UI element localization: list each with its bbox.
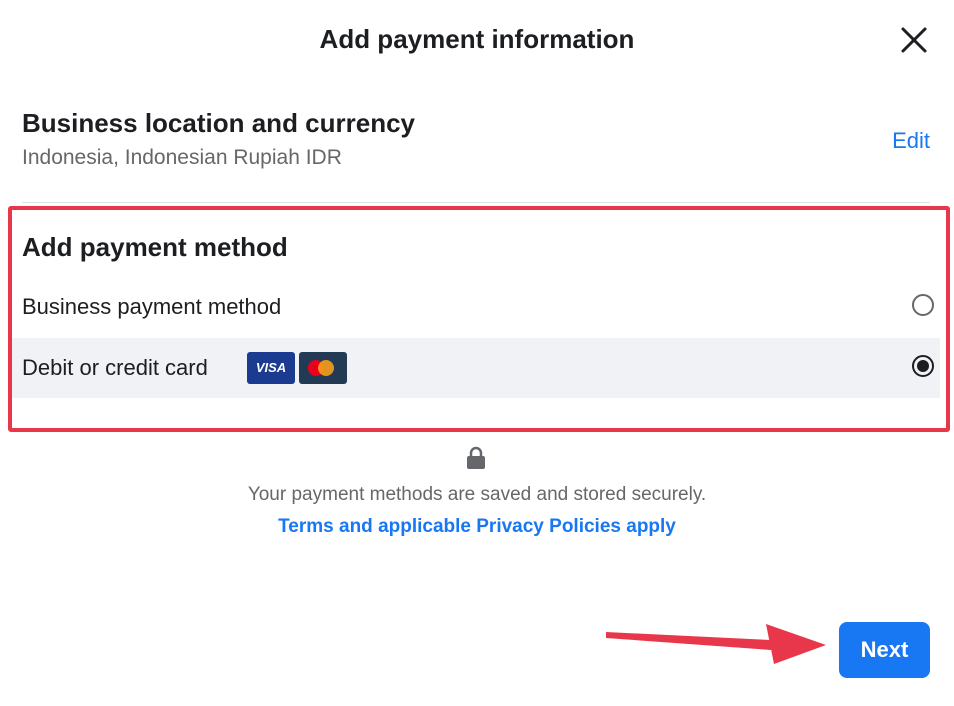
- section-divider: [22, 202, 930, 203]
- option-debit-credit-card[interactable]: Debit or credit card VISA: [12, 338, 940, 398]
- business-payment-radio[interactable]: [912, 294, 934, 316]
- next-button[interactable]: Next: [839, 622, 930, 678]
- option-business-payment-method[interactable]: Business payment method: [12, 277, 940, 337]
- edit-location-link[interactable]: Edit: [892, 128, 930, 154]
- visa-icon: VISA: [247, 352, 295, 384]
- terms-privacy-link[interactable]: Terms and applicable Privacy Policies ap…: [0, 516, 954, 538]
- business-location-value: Indonesia, Indonesian Rupiah IDR: [22, 146, 342, 169]
- payment-method-heading: Add payment method: [22, 232, 288, 262]
- lock-icon: [467, 446, 485, 469]
- mastercard-icon: [299, 352, 347, 384]
- close-icon: [901, 27, 927, 53]
- add-payment-dialog: Add payment information Business locatio…: [0, 0, 954, 706]
- option-label: Debit or credit card: [22, 355, 208, 380]
- security-message: Your payment methods are saved and store…: [247, 484, 707, 505]
- business-location-heading: Business location and currency: [22, 108, 416, 138]
- annotation-arrow: [606, 624, 826, 664]
- close-button[interactable]: [898, 24, 930, 56]
- option-label: Business payment method: [22, 294, 282, 319]
- dialog-title: Add payment information: [319, 24, 635, 54]
- debit-credit-card-radio[interactable]: [912, 355, 934, 377]
